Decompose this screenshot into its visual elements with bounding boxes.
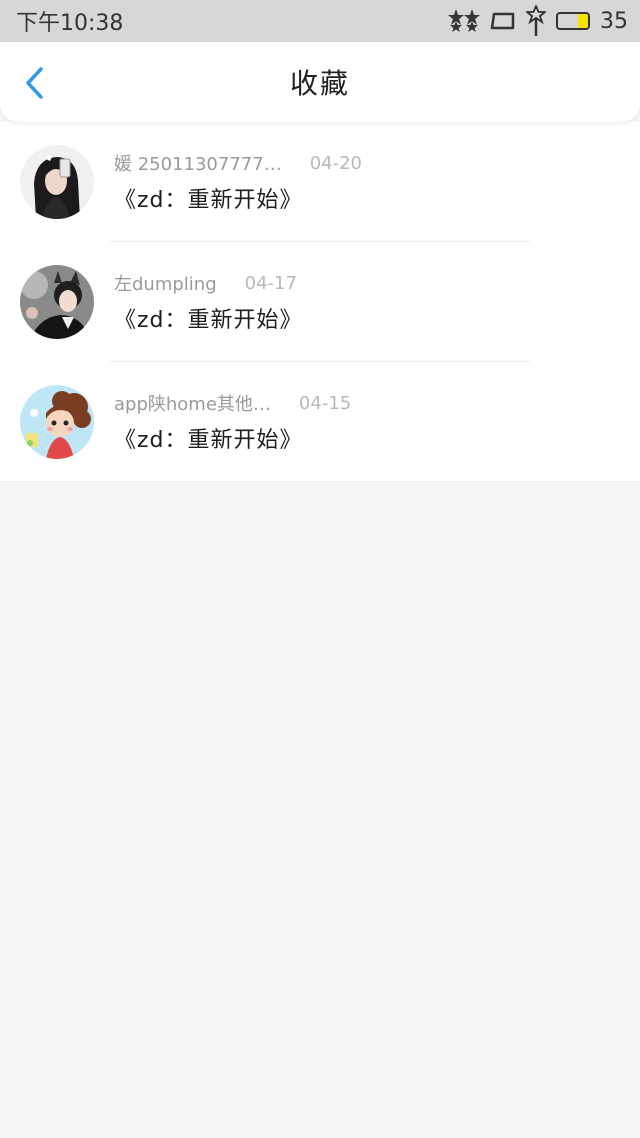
item-message: 《zd：重新开始》 xyxy=(114,188,303,213)
page-title: 收藏 xyxy=(289,67,350,100)
item-date: 04-17 xyxy=(244,272,297,294)
item-message: 《zd：重新开始》 xyxy=(114,308,303,333)
screen-icon xyxy=(490,11,516,31)
status-icons: 35 xyxy=(448,5,628,37)
favorite-item[interactable]: app陕home其他… 04-15 《zd：重新开始》 xyxy=(0,362,640,482)
battery-level: 35 xyxy=(600,8,628,34)
status-bar: 下午10:38 35 xyxy=(0,0,640,42)
item-content: 左dumpling 04-17 《zd：重新开始》 xyxy=(114,270,303,334)
item-message: 《zd：重新开始》 xyxy=(114,428,303,453)
avatar xyxy=(20,385,94,459)
item-date: 04-15 xyxy=(298,392,352,414)
favorites-list: 媛 25011307777… 04-20 《zd：重新开始》 左dumpling… xyxy=(0,122,640,482)
item-content: 媛 25011307777… 04-20 《zd：重新开始》 xyxy=(114,150,362,214)
favorite-item[interactable]: 左dumpling 04-17 《zd：重新开始》 xyxy=(0,242,640,362)
chevron-left-icon xyxy=(26,67,43,99)
item-meta: 左dumpling 04-17 xyxy=(114,270,303,296)
item-meta: app陕home其他… 04-15 xyxy=(114,390,351,416)
battery-icon xyxy=(556,12,590,30)
app-header: 收藏 xyxy=(0,42,640,122)
sender-name: 媛 25011307777… xyxy=(114,154,282,175)
avatar xyxy=(20,145,94,219)
item-date: 04-20 xyxy=(309,152,363,174)
antenna-icon xyxy=(526,5,546,37)
sender-name: app陕home其他… xyxy=(114,394,271,415)
back-button[interactable] xyxy=(20,66,48,100)
item-meta: 媛 25011307777… 04-20 xyxy=(114,150,362,176)
sender-name: 左dumpling xyxy=(114,274,217,295)
stars-icon xyxy=(448,8,480,34)
avatar xyxy=(20,265,94,339)
status-time: 下午10:38 xyxy=(16,11,124,36)
favorite-item[interactable]: 媛 25011307777… 04-20 《zd：重新开始》 xyxy=(0,122,640,242)
item-content: app陕home其他… 04-15 《zd：重新开始》 xyxy=(114,390,351,454)
